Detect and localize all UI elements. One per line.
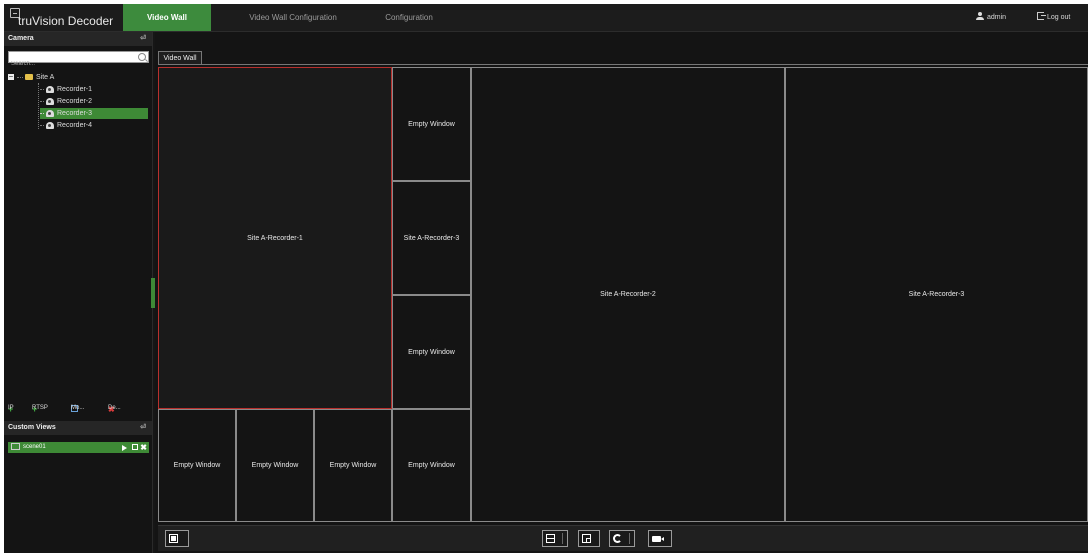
tree-site-a[interactable]: – Site A [8,72,54,83]
app-window: truVision Decoder Video Wall Video Wall … [4,4,1088,553]
wall-window-empty[interactable]: Empty Window [314,409,392,522]
view-icon [11,442,20,450]
fullscreen-icon [169,534,178,543]
folder-icon [25,74,33,81]
fullscreen-button[interactable] [165,530,189,547]
wall-window-recorder-3-large[interactable]: Site A-Recorder-3 [785,67,1088,522]
custom-view-item[interactable]: scene01 ✖ [8,442,149,453]
tree-recorder-1[interactable]: Recorder-1 [40,84,148,95]
window-button[interactable] [578,530,600,547]
logout-button[interactable]: Log out [1037,4,1070,31]
recorder-icon [46,97,54,105]
add-ip-label: IP [8,405,14,411]
camera-panel-header: Camera ⏎ [4,32,152,46]
refresh-button[interactable] [609,530,635,547]
recorder-icon [46,109,54,117]
recorder-icon [46,85,54,93]
refresh-icon [613,534,622,543]
camera-search [8,51,149,69]
camera-search-input[interactable] [9,59,131,69]
camera-button[interactable] [648,530,672,547]
video-wall-tab[interactable]: Video Wall [158,51,202,64]
camera-actions: + IP + RTSP Mo... ✖ De... [4,403,152,415]
recorder-icon [46,121,54,129]
delete-view-icon[interactable]: ✖ [140,442,147,453]
delete-label: De... [108,405,121,411]
user-menu[interactable]: admin [976,4,1006,31]
wall-toolbar [158,525,1088,551]
search-icon[interactable] [138,53,146,61]
recorder-label: Recorder-3 [57,110,93,117]
sidebar: Camera ⏎ – Site A Recorder-1 Recorder-2 R… [4,32,153,553]
dropdown-arrow-icon[interactable] [629,533,634,544]
camera-panel-title: Camera [8,35,34,42]
wall-window-empty[interactable]: Empty Window [392,409,471,522]
tab-strip-divider [158,64,1088,65]
brand: truVision Decoder [8,7,124,31]
user-name: admin [987,14,1007,21]
modify-label: Mo... [71,405,85,411]
main-area: Video Wall Site A-Recorder-1 Empty Windo… [155,32,1088,553]
custom-views-collapse-icon[interactable]: ⏎ [140,421,146,435]
collapse-toggle-icon[interactable]: – [8,73,14,81]
split-screen-icon [546,534,555,543]
custom-views-header: Custom Views ⏎ [4,421,152,435]
logout-label: Log out [1047,14,1071,21]
add-rtsp-label: RTSP [32,405,48,411]
tree-recorder-3[interactable]: Recorder-3 [40,108,148,119]
recorder-label: Recorder-4 [57,122,93,129]
logout-icon [1037,12,1046,20]
wall-window-recorder-3[interactable]: Site A-Recorder-3 [392,181,471,295]
top-bar: truVision Decoder Video Wall Video Wall … [4,4,1088,32]
wall-window-empty[interactable]: Empty Window [392,67,471,181]
window-icon [582,534,591,543]
tab-video-wall[interactable]: Video Wall [123,4,211,31]
tree-recorder-2[interactable]: Recorder-2 [40,96,148,107]
tab-video-wall-configuration[interactable]: Video Wall Configuration [228,4,358,31]
app-title: truVision Decoder [18,14,114,28]
wall-window-empty[interactable]: Empty Window [236,409,314,522]
edit-view-icon[interactable] [132,444,138,450]
recorder-label: Recorder-2 [57,98,93,105]
dropdown-arrow-icon[interactable] [562,533,567,544]
split-screen-button[interactable] [542,530,568,547]
wall-window-empty[interactable]: Empty Window [158,409,236,522]
play-icon[interactable] [122,445,127,451]
custom-view-label: scene01 [23,444,46,450]
wall-window-empty[interactable]: Empty Window [392,295,471,409]
camera-icon [652,536,664,542]
custom-views-title: Custom Views [8,424,56,431]
site-label: Site A [36,74,55,81]
video-wall-grid: Site A-Recorder-1 Empty Window Site A-Re… [158,67,1088,522]
camera-panel-collapse-icon[interactable]: ⏎ [140,32,146,46]
tree-connector [38,83,39,129]
user-icon [976,12,984,20]
tab-configuration[interactable]: Configuration [364,4,454,31]
wall-window-recorder-2[interactable]: Site A-Recorder-2 [471,67,785,522]
wall-window-recorder-1[interactable]: Site A-Recorder-1 [158,67,392,409]
recorder-label: Recorder-1 [57,86,93,93]
tree-recorder-4[interactable]: Recorder-4 [40,120,148,131]
